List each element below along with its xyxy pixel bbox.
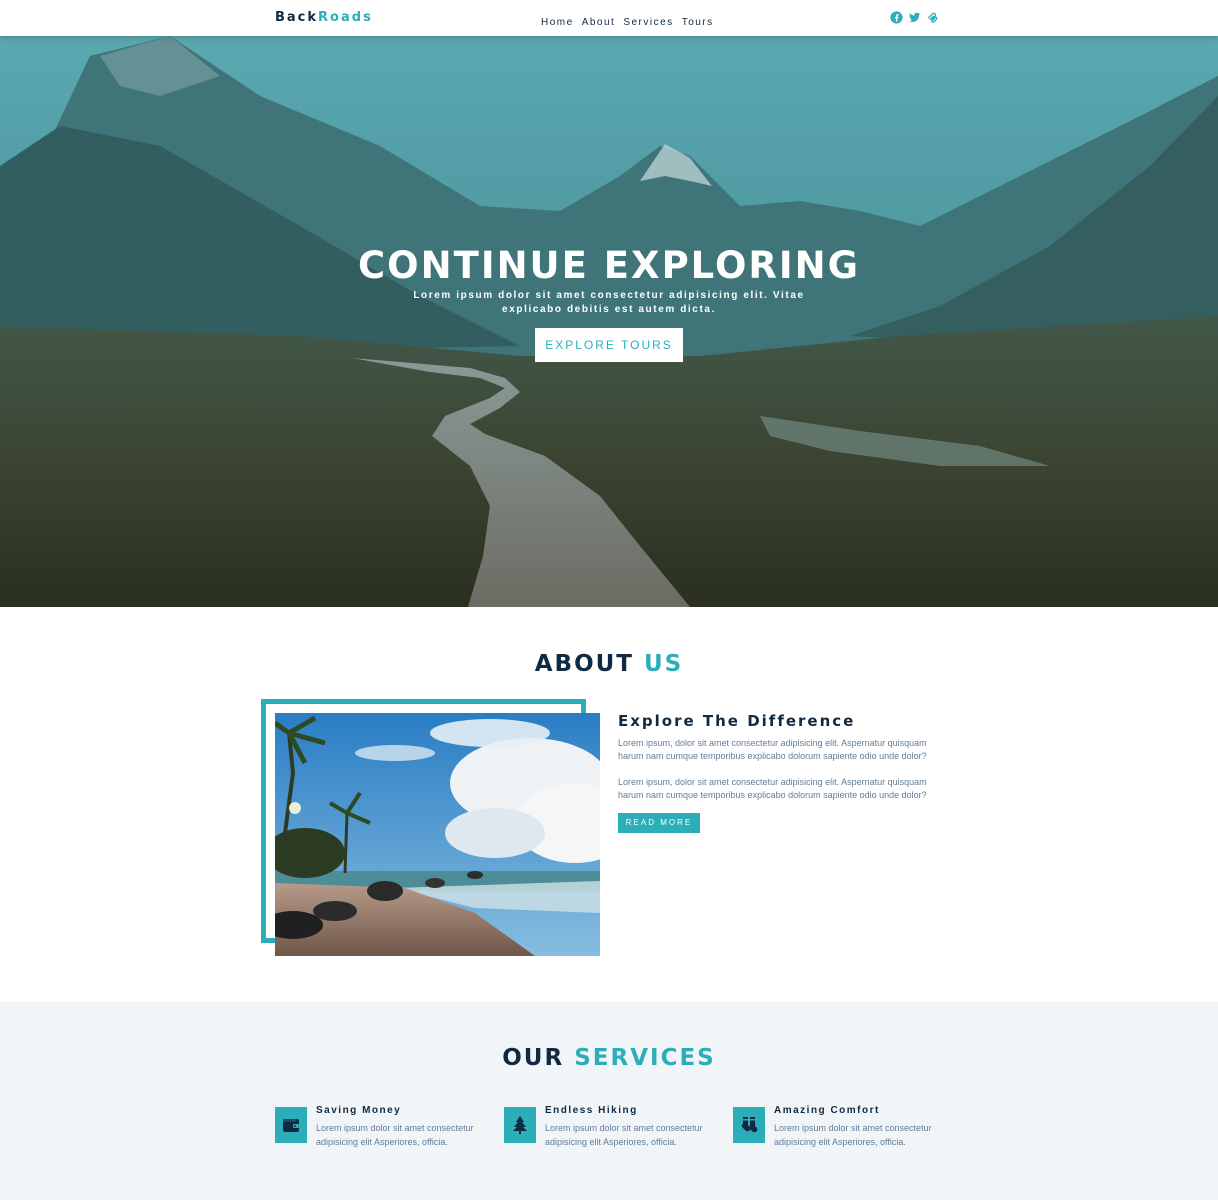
hero-background-image [0, 36, 1218, 607]
navbar: BackRoads Home About Services Tours [0, 0, 1218, 36]
about-paragraph-2: Lorem ipsum, dolor sit amet consectetur … [618, 777, 927, 800]
about-title-part1: ABOUT [534, 651, 634, 677]
hero-section: CONTINUE EXPLORING Lorem ipsum dolor sit… [0, 36, 1218, 607]
hero-title: CONTINUE EXPLORING [358, 244, 860, 287]
nav-links: Home About Services Tours [541, 12, 714, 30]
services-section-title: OUR SERVICES [0, 1045, 1218, 1071]
social-icons [890, 11, 939, 24]
about-section-title: ABOUT US [0, 651, 1218, 677]
read-more-button[interactable]: READ MORE [618, 813, 700, 833]
twitter-icon[interactable] [908, 11, 921, 24]
hero-text: Lorem ipsum dolor sit amet consectetur a… [413, 290, 805, 315]
nav-link-services[interactable]: Services [623, 17, 673, 28]
services-title-part1: OUR [502, 1045, 565, 1071]
service-text: Lorem ipsum dolor sit amet consectetur a… [774, 1123, 932, 1147]
facebook-icon[interactable] [890, 11, 903, 24]
logo[interactable]: BackRoads [275, 10, 373, 25]
service-title: Amazing Comfort [774, 1105, 880, 1116]
squarespace-icon[interactable] [926, 11, 939, 24]
service-title: Saving Money [316, 1105, 402, 1116]
service-text: Lorem ipsum dolor sit amet consectetur a… [316, 1123, 474, 1147]
about-title-part2: US [644, 651, 684, 677]
logo-part-back: Back [275, 10, 319, 25]
services-title-part2: SERVICES [574, 1045, 716, 1071]
services-section [0, 1002, 1218, 1200]
about-heading: Explore The Difference [618, 712, 856, 730]
nav-link-home[interactable]: Home [541, 17, 574, 28]
logo-part-roads: Roads [318, 10, 373, 25]
explore-tours-button[interactable]: EXPLORE TOURS [535, 328, 683, 362]
nav-link-tours[interactable]: Tours [682, 17, 714, 28]
service-title: Endless Hiking [545, 1105, 638, 1116]
about-image [275, 713, 600, 956]
socks-icon [733, 1107, 765, 1143]
service-text: Lorem ipsum dolor sit amet consectetur a… [545, 1123, 703, 1147]
wallet-icon [275, 1107, 307, 1143]
about-paragraph-1: Lorem ipsum, dolor sit amet consectetur … [618, 738, 927, 761]
tree-icon [504, 1107, 536, 1143]
nav-link-about[interactable]: About [582, 17, 616, 28]
